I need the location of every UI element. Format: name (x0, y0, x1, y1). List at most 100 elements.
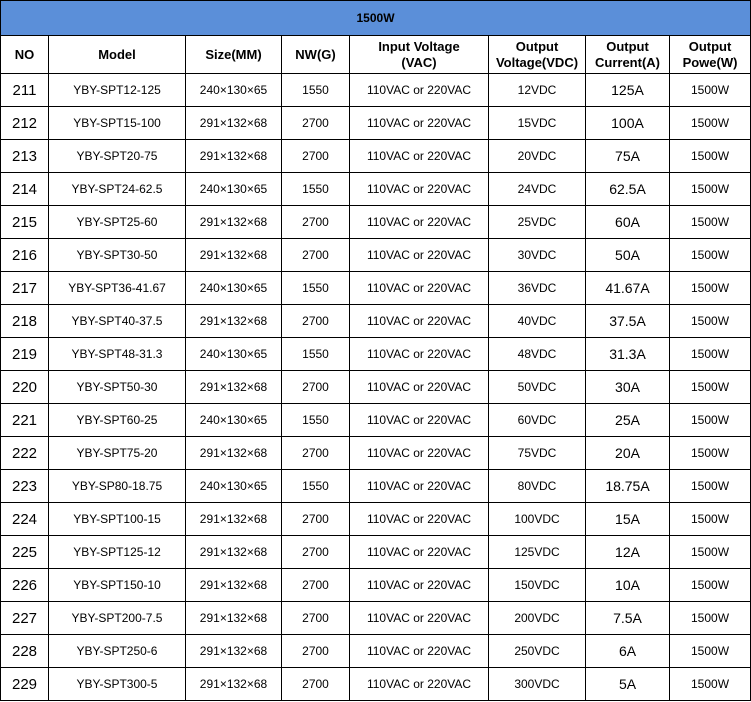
cell-output-power: 1500W (668, 436, 751, 470)
header-output-current-line2: Current(A) (595, 54, 660, 70)
cell-output-current: 20A (585, 436, 670, 470)
cell-model: YBY-SPT15-100 (48, 106, 186, 140)
cell-size: 291×132×68 (185, 304, 282, 338)
cell-size: 240×130×65 (185, 73, 282, 107)
cell-model: YBY-SPT200-7.5 (48, 601, 186, 635)
cell-nw: 2700 (281, 634, 350, 668)
cell-input-voltage: 110VAC or 220VAC (349, 469, 489, 503)
cell-nw: 2700 (281, 436, 350, 470)
cell-output-power: 1500W (668, 73, 751, 107)
table-row: 220 YBY-SPT50-30 291×132×68 2700 110VAC or 2… (0, 370, 751, 404)
cell-nw: 1550 (281, 469, 350, 503)
cell-output-power: 1500W (668, 205, 751, 239)
cell-model: YBY-SPT100-15 (48, 502, 186, 536)
cell-no: 228 (0, 634, 49, 668)
header-output-voltage-line2: Voltage(VDC) (495, 54, 579, 70)
table-row: 219 YBY-SPT48-31.3 240×130×65 1550 110VAC or… (0, 337, 751, 371)
table-row: 222 YBY-SPT75-20 291×132×68 2700 110VAC or 2… (0, 436, 751, 470)
cell-size: 291×132×68 (185, 436, 282, 470)
cell-nw: 2700 (281, 304, 350, 338)
cell-output-current: 25A (585, 403, 670, 437)
cell-no: 221 (0, 403, 49, 437)
header-output-current: Output Current(A) (585, 35, 670, 74)
cell-input-voltage: 110VAC or 220VAC (349, 502, 489, 536)
table-row: 224 YBY-SPT100-15 291×132×68 2700 110VAC or … (0, 502, 751, 536)
table-row: 229 YBY-SPT300-5 291×132×68 2700 110VAC or 2… (0, 667, 751, 701)
cell-model: YBY-SPT48-31.3 (48, 337, 186, 371)
cell-output-current: 18.75A (585, 469, 670, 503)
table-title: 1500W (0, 0, 751, 36)
cell-model: YBY-SPT125-12 (48, 535, 186, 569)
cell-output-current: 50A (585, 238, 670, 272)
cell-output-current: 10A (585, 568, 670, 602)
header-output-power-line1: Output (688, 38, 732, 54)
header-output-power-line2: Powe(W) (682, 54, 738, 70)
cell-output-power: 1500W (668, 304, 751, 338)
cell-input-voltage: 110VAC or 220VAC (349, 667, 489, 701)
cell-output-power: 1500W (668, 502, 751, 536)
cell-nw: 2700 (281, 106, 350, 140)
cell-output-current: 7.5A (585, 601, 670, 635)
cell-output-power: 1500W (668, 172, 751, 206)
cell-size: 291×132×68 (185, 667, 282, 701)
cell-no: 222 (0, 436, 49, 470)
header-row: NO Model Size(MM) NW(G) Input Voltage (V… (0, 35, 751, 74)
cell-nw: 2700 (281, 139, 350, 173)
cell-output-voltage: 36VDC (488, 271, 586, 305)
cell-no: 216 (0, 238, 49, 272)
header-input-voltage-line1: Input Voltage (378, 38, 460, 54)
table-row: 217 YBY-SPT36-41.67 240×130×65 1550 110VAC o… (0, 271, 751, 305)
header-no: NO (0, 35, 49, 74)
title-row: 1500W (0, 0, 751, 36)
cell-size: 291×132×68 (185, 238, 282, 272)
cell-output-voltage: 25VDC (488, 205, 586, 239)
cell-no: 212 (0, 106, 49, 140)
cell-nw: 2700 (281, 535, 350, 569)
cell-output-voltage: 30VDC (488, 238, 586, 272)
cell-output-current: 30A (585, 370, 670, 404)
cell-output-power: 1500W (668, 667, 751, 701)
cell-no: 211 (0, 73, 49, 107)
cell-model: YBY-SPT40-37.5 (48, 304, 186, 338)
cell-input-voltage: 110VAC or 220VAC (349, 304, 489, 338)
cell-nw: 1550 (281, 73, 350, 107)
table-row: 225 YBY-SPT125-12 291×132×68 2700 110VAC or … (0, 535, 751, 569)
table-row: 226 YBY-SPT150-10 291×132×68 2700 110VAC or … (0, 568, 751, 602)
cell-input-voltage: 110VAC or 220VAC (349, 238, 489, 272)
cell-output-current: 100A (585, 106, 670, 140)
cell-size: 291×132×68 (185, 370, 282, 404)
table-row: 212 YBY-SPT15-100 291×132×68 2700 110VAC or … (0, 106, 751, 140)
cell-output-current: 12A (585, 535, 670, 569)
cell-nw: 2700 (281, 568, 350, 602)
cell-no: 219 (0, 337, 49, 371)
cell-model: YBY-SPT24-62.5 (48, 172, 186, 206)
cell-output-voltage: 300VDC (488, 667, 586, 701)
table-row: 214 YBY-SPT24-62.5 240×130×65 1550 110VAC or… (0, 172, 751, 206)
cell-size: 291×132×68 (185, 634, 282, 668)
cell-nw: 1550 (281, 403, 350, 437)
cell-input-voltage: 110VAC or 220VAC (349, 601, 489, 635)
cell-size: 291×132×68 (185, 601, 282, 635)
cell-size: 240×130×65 (185, 469, 282, 503)
cell-nw: 2700 (281, 370, 350, 404)
cell-no: 225 (0, 535, 49, 569)
cell-output-voltage: 12VDC (488, 73, 586, 107)
spec-table: 1500W NO Model Size(MM) NW(G) Input Volt… (0, 0, 751, 701)
cell-output-current: 31.3A (585, 337, 670, 371)
cell-model: YBY-SPT300-5 (48, 667, 186, 701)
table-row: 211 YBY-SPT12-125 240×130×65 1550 110VAC or … (0, 73, 751, 107)
cell-input-voltage: 110VAC or 220VAC (349, 436, 489, 470)
cell-model: YBY-SPT12-125 (48, 73, 186, 107)
cell-output-voltage: 75VDC (488, 436, 586, 470)
cell-nw: 2700 (281, 238, 350, 272)
cell-output-power: 1500W (668, 601, 751, 635)
cell-input-voltage: 110VAC or 220VAC (349, 568, 489, 602)
cell-size: 240×130×65 (185, 403, 282, 437)
header-size: Size(MM) (185, 35, 282, 74)
cell-model: YBY-SP80-18.75 (48, 469, 186, 503)
cell-output-voltage: 100VDC (488, 502, 586, 536)
cell-size: 240×130×65 (185, 337, 282, 371)
cell-output-voltage: 60VDC (488, 403, 586, 437)
cell-output-power: 1500W (668, 271, 751, 305)
cell-input-voltage: 110VAC or 220VAC (349, 535, 489, 569)
